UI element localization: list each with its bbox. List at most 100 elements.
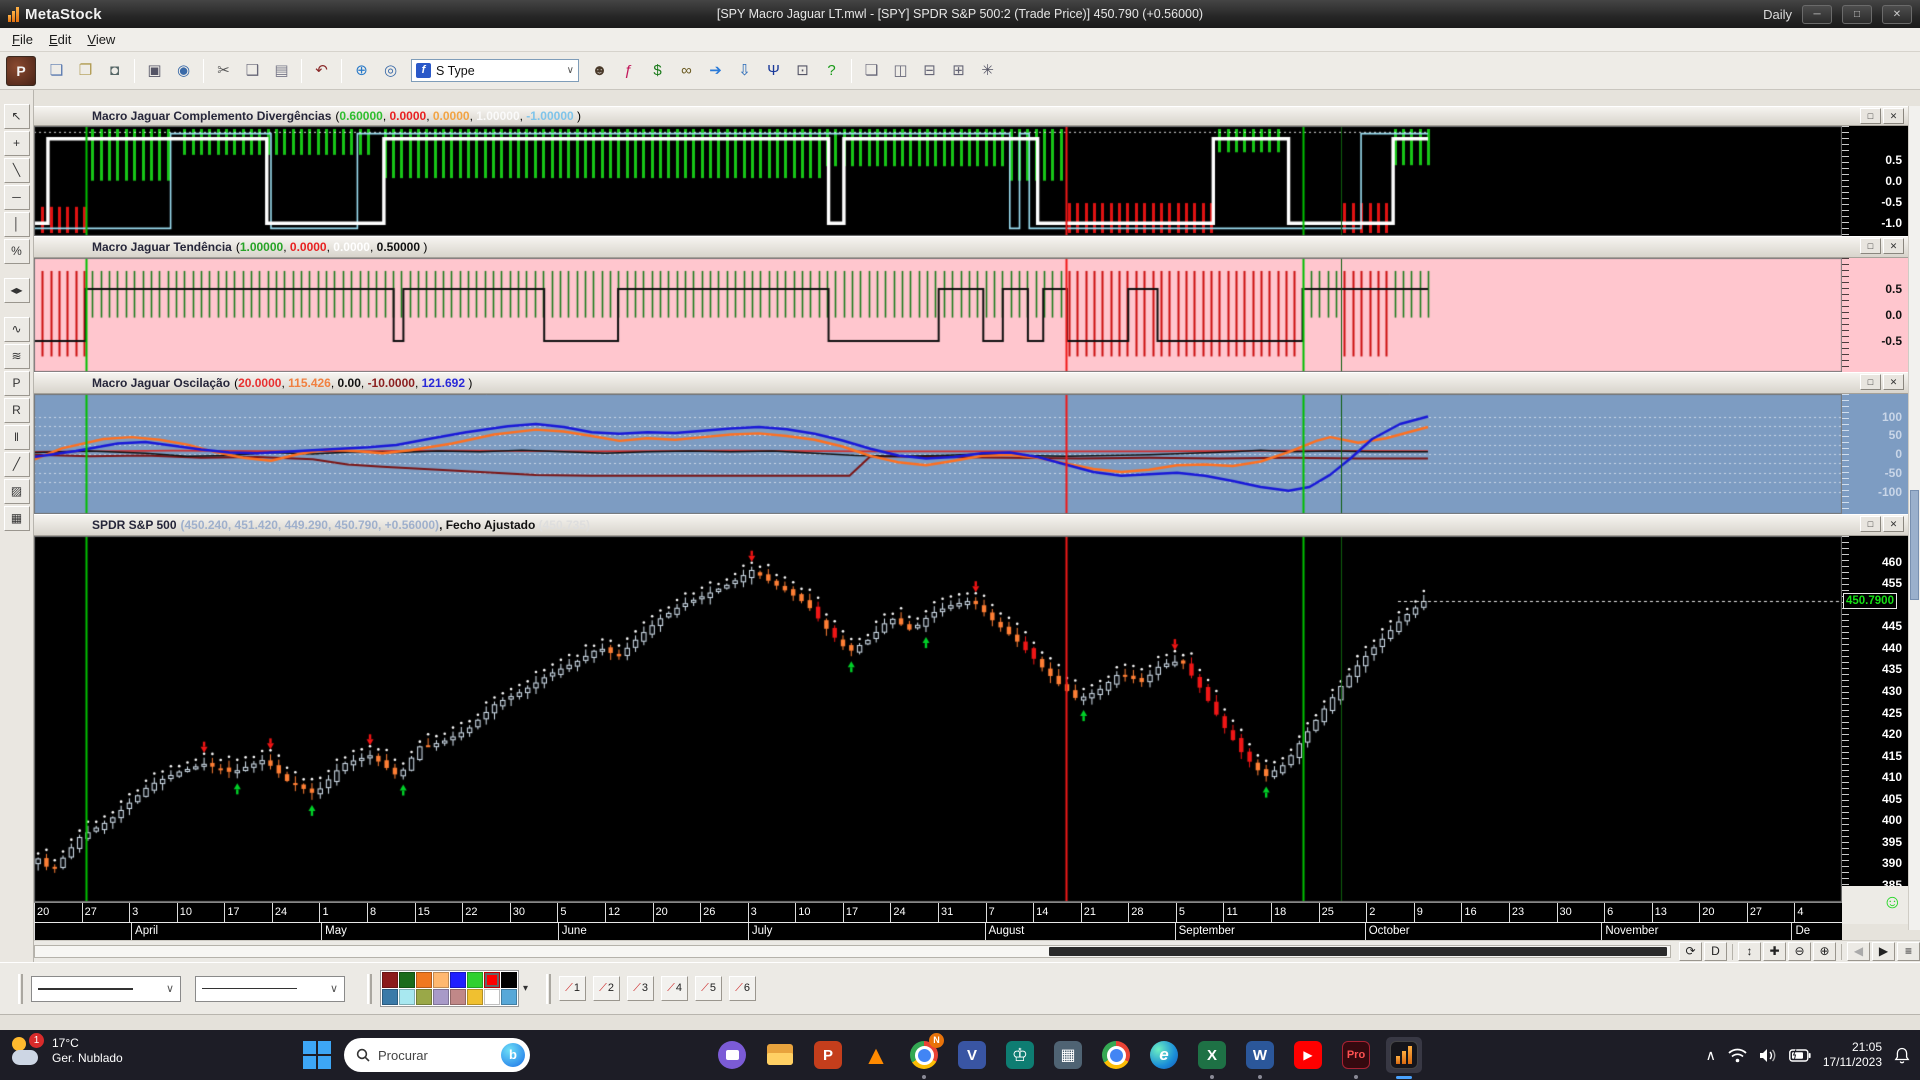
vertical-line-tool[interactable]: │ bbox=[3, 212, 30, 237]
taskbar-youtube-icon[interactable]: ▶ bbox=[1290, 1037, 1326, 1073]
line-weight-combo[interactable]: ∨ bbox=[195, 975, 345, 1002]
ray-tool[interactable]: ╱ bbox=[3, 452, 30, 477]
taskbar-chess-icon[interactable]: ♔ bbox=[1002, 1037, 1038, 1073]
layout-settings-icon[interactable]: ✳ bbox=[974, 57, 1001, 84]
zoom-select-icon[interactable]: ◎ bbox=[377, 57, 404, 84]
color-swatch[interactable] bbox=[467, 989, 483, 1005]
search-bar[interactable]: Procurar b bbox=[344, 1038, 530, 1072]
bars-tool[interactable]: ‖ bbox=[3, 425, 30, 450]
trend-template-button-4[interactable]: ⟋4 bbox=[661, 976, 689, 1001]
p-study-tool[interactable]: P bbox=[3, 371, 30, 396]
trendline-tool[interactable]: ╲ bbox=[3, 158, 30, 183]
panel-plot-tendencia[interactable]: 0.5 0.0 -0.5 bbox=[34, 258, 1920, 372]
panel-maximize-button[interactable]: □ bbox=[1860, 108, 1881, 124]
volume-icon[interactable] bbox=[1759, 1048, 1777, 1063]
app-power-button[interactable]: P bbox=[6, 55, 36, 86]
taskbar-calculator-icon[interactable]: ▦ bbox=[1050, 1037, 1086, 1073]
cut-icon[interactable]: ✂ bbox=[210, 57, 237, 84]
taskbar-explorer-icon[interactable] bbox=[762, 1037, 798, 1073]
undo-icon[interactable]: ↶ bbox=[308, 57, 335, 84]
help-pointer-icon[interactable]: ? bbox=[818, 57, 845, 84]
taskbar-metastock-icon[interactable] bbox=[1386, 1037, 1422, 1079]
color-swatch[interactable] bbox=[382, 972, 398, 988]
trend-template-button-3[interactable]: ⟋3 bbox=[627, 976, 655, 1001]
system-tester-icon[interactable]: Ψ bbox=[760, 57, 787, 84]
tile-quad-icon[interactable]: ⊞ bbox=[945, 57, 972, 84]
color-swatch[interactable] bbox=[433, 972, 449, 988]
downloader-icon[interactable]: ⇩ bbox=[731, 57, 758, 84]
menu-item-view[interactable]: View bbox=[83, 30, 127, 49]
dollar-icon[interactable]: $ bbox=[644, 57, 671, 84]
color-swatch[interactable] bbox=[399, 989, 415, 1005]
vertical-scrollbar[interactable] bbox=[1908, 106, 1920, 930]
save-icon[interactable]: ◘ bbox=[101, 57, 128, 84]
hatch-tool[interactable]: ▨ bbox=[3, 479, 30, 504]
trend-template-button-6[interactable]: ⟋6 bbox=[729, 976, 757, 1001]
taskbar-chrome-icon[interactable] bbox=[1098, 1037, 1134, 1073]
taskbar-chrome-notification-icon[interactable]: N bbox=[906, 1033, 944, 1079]
report-icon[interactable]: ⊡ bbox=[789, 57, 816, 84]
panel-header-tendencia[interactable]: Macro Jaguar Tendência (1.00000, 0.0000, … bbox=[34, 236, 1920, 258]
color-swatch[interactable] bbox=[501, 989, 517, 1005]
freehand-tool[interactable]: ≋ bbox=[3, 344, 30, 369]
taskbar-visio-icon[interactable]: V bbox=[954, 1037, 990, 1073]
panel-close-button[interactable]: ✕ bbox=[1883, 108, 1904, 124]
bing-icon[interactable]: b bbox=[501, 1043, 525, 1067]
taskbar-vlc-icon[interactable]: ▲ bbox=[858, 1037, 894, 1073]
pan-button[interactable]: ✚ bbox=[1763, 942, 1786, 961]
taskbar-word-icon[interactable]: W bbox=[1242, 1037, 1278, 1079]
cascade-windows-icon[interactable]: ❏ bbox=[858, 57, 885, 84]
tile-vertical-icon[interactable]: ◫ bbox=[887, 57, 914, 84]
taskbar-camera-icon[interactable] bbox=[714, 1037, 750, 1073]
taskbar-edge-icon[interactable]: e bbox=[1146, 1037, 1182, 1073]
crosshair-tool[interactable]: + bbox=[3, 131, 30, 156]
color-swatch[interactable] bbox=[382, 989, 398, 1005]
indicator-builder-icon[interactable]: ƒ bbox=[615, 57, 642, 84]
wifi-icon[interactable] bbox=[1728, 1048, 1747, 1063]
vertical-scale-button[interactable]: ↕ bbox=[1738, 942, 1761, 961]
color-swatch[interactable] bbox=[433, 989, 449, 1005]
panel-plot-oscilacao[interactable]: 100 50 0 -50 -100 bbox=[34, 394, 1920, 514]
grid-tool[interactable]: ▦ bbox=[3, 506, 30, 531]
weather-widget[interactable]: 1 17°C Ger. Nublado bbox=[10, 1033, 123, 1066]
panel-close-button[interactable]: ✕ bbox=[1883, 516, 1904, 532]
scroll-arrows-tool[interactable]: ◂▸ bbox=[3, 278, 30, 303]
color-swatch[interactable] bbox=[467, 972, 483, 988]
panel-maximize-button[interactable]: □ bbox=[1860, 238, 1881, 254]
arc-tool[interactable]: ∿ bbox=[3, 317, 30, 342]
color-swatch[interactable] bbox=[501, 972, 517, 988]
refresh-button[interactable]: ⟳ bbox=[1679, 942, 1702, 961]
palette-dropdown-icon[interactable]: ▾ bbox=[523, 983, 528, 994]
next-button[interactable]: ▶ bbox=[1872, 942, 1895, 961]
panel-maximize-button[interactable]: □ bbox=[1860, 516, 1881, 532]
panel-maximize-button[interactable]: □ bbox=[1860, 374, 1881, 390]
zoom-out-button[interactable]: ⊖ bbox=[1788, 942, 1811, 961]
vertical-scrollbar-thumb[interactable] bbox=[1910, 490, 1919, 600]
pointer-tool[interactable]: ↖ bbox=[3, 104, 30, 129]
trend-template-button-5[interactable]: ⟋5 bbox=[695, 976, 723, 1001]
color-swatch[interactable] bbox=[399, 972, 415, 988]
open-icon[interactable]: ❐ bbox=[72, 57, 99, 84]
print-preview-icon[interactable]: ◉ bbox=[170, 57, 197, 84]
notification-bell-icon[interactable] bbox=[1894, 1047, 1910, 1064]
tray-chevron-icon[interactable]: ∧ bbox=[1706, 1047, 1716, 1064]
horizontal-scrollbar-thumb[interactable] bbox=[1048, 947, 1667, 956]
trend-template-button-2[interactable]: ⟋2 bbox=[593, 976, 621, 1001]
symbol-type-combo[interactable]: f S Type ∨ bbox=[411, 59, 579, 82]
menu-item-file[interactable]: File bbox=[8, 30, 45, 49]
panel-close-button[interactable]: ✕ bbox=[1883, 238, 1904, 254]
menu-item-edit[interactable]: Edit bbox=[45, 30, 83, 49]
panel-close-button[interactable]: ✕ bbox=[1883, 374, 1904, 390]
horizontal-line-tool[interactable]: ─ bbox=[3, 185, 30, 210]
horizontal-scrollbar[interactable] bbox=[34, 945, 1671, 958]
r-study-tool[interactable]: R bbox=[3, 398, 30, 423]
panel-plot-price[interactable]: 460 455 445 440 435 430 425 420 415 410 405 400 395 3… bbox=[34, 536, 1920, 902]
panel-header-divergencias[interactable]: Macro Jaguar Complemento Divergências (0.… bbox=[34, 106, 1920, 126]
toolbar-grip[interactable] bbox=[367, 973, 372, 1004]
color-swatch[interactable] bbox=[450, 972, 466, 988]
properties-button[interactable]: ≡ bbox=[1897, 942, 1920, 961]
prev-button[interactable]: ◀ bbox=[1847, 942, 1870, 961]
minimize-button[interactable]: ─ bbox=[1802, 4, 1832, 24]
explorer-search-icon[interactable]: ∞ bbox=[673, 57, 700, 84]
panel-plot-divergencias[interactable]: 0.5 0.0 -0.5 -1.0 bbox=[34, 126, 1920, 236]
